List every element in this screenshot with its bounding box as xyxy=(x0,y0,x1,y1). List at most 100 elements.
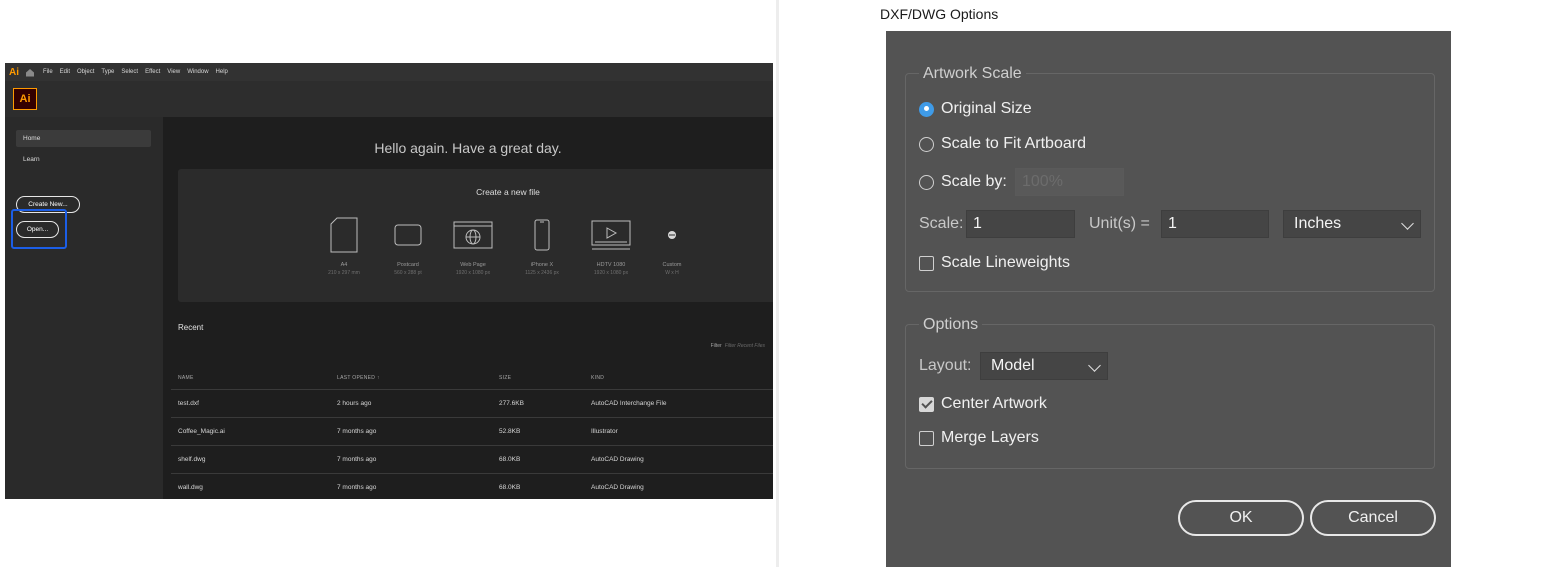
cell-size: 68.0KB xyxy=(499,456,521,463)
column-header-last-opened[interactable]: LAST OPENED ↑ xyxy=(337,375,380,381)
cell-opened: 7 months ago xyxy=(337,484,377,491)
menu-effect[interactable]: Effect xyxy=(145,69,160,75)
cell-opened: 2 hours ago xyxy=(337,400,372,407)
preset-custom[interactable]: Custom W x H xyxy=(635,213,709,276)
preset-name: Custom xyxy=(662,262,682,268)
filter-input[interactable]: Filter Recent Files xyxy=(725,343,765,349)
table-row[interactable]: Coffee_Magic.ai 7 months ago 52.8KB Illu… xyxy=(171,417,773,446)
cell-kind: Illustrator xyxy=(591,428,618,435)
radio-icon[interactable] xyxy=(919,174,934,190)
home-icon[interactable] xyxy=(25,68,35,77)
preset-dims: W x H xyxy=(665,270,679,276)
illustrator-home-screen: Ai File Edit Object Type Select Effect V… xyxy=(5,63,773,499)
checkbox-checked-icon[interactable] xyxy=(919,396,934,412)
cell-kind: AutoCAD Drawing xyxy=(591,484,644,491)
checkbox-label: Scale Lineweights xyxy=(941,254,1070,271)
checkbox-scale-lineweights[interactable]: Scale Lineweights xyxy=(919,252,1070,274)
preset-dims: 1920 x 1080 px xyxy=(455,270,491,276)
web-globe-icon xyxy=(453,221,493,249)
ok-button[interactable]: OK xyxy=(1178,500,1304,536)
preset-name: Web Page xyxy=(460,262,486,268)
table-row[interactable]: shelf.dwg 7 months ago 68.0KB AutoCAD Dr… xyxy=(171,445,773,474)
units-label: Unit(s) = xyxy=(1089,215,1150,232)
radio-label: Original Size xyxy=(941,100,1032,117)
phone-icon xyxy=(534,219,550,251)
menu-window[interactable]: Window xyxy=(187,69,208,75)
cell-name: shelf.dwg xyxy=(178,456,206,463)
layout-label: Layout: xyxy=(919,357,972,374)
menu-select[interactable]: Select xyxy=(121,69,138,75)
preset-web-page[interactable]: Web Page 1920 x 1080 px xyxy=(436,213,510,276)
menu-view[interactable]: View xyxy=(167,69,180,75)
checkbox-center-artwork[interactable]: Center Artwork xyxy=(919,393,1047,415)
cell-kind: AutoCAD Drawing xyxy=(591,456,644,463)
sidebar-item-home[interactable]: Home xyxy=(16,130,151,147)
chevron-down-icon xyxy=(1088,359,1101,372)
menu-file[interactable]: File xyxy=(43,69,53,75)
unit-select[interactable]: Inches xyxy=(1283,210,1421,238)
menu-object[interactable]: Object xyxy=(77,69,94,75)
table-row[interactable]: test.dxf 2 hours ago 277.6KB AutoCAD Int… xyxy=(171,389,773,418)
options-legend: Options xyxy=(919,315,983,335)
layout-select[interactable]: Model xyxy=(980,352,1108,380)
radio-selected-icon[interactable] xyxy=(919,101,934,117)
column-header-size[interactable]: SIZE xyxy=(499,375,511,381)
column-header-label: LAST OPENED xyxy=(337,375,376,381)
radio-original-size[interactable]: Original Size xyxy=(919,98,1032,120)
cell-size: 68.0KB xyxy=(499,484,521,491)
video-screen-icon xyxy=(591,220,631,250)
menu-edit[interactable]: Edit xyxy=(60,69,70,75)
layout-select-value: Model xyxy=(991,357,1035,374)
checkbox-unchecked-icon[interactable] xyxy=(919,430,934,446)
column-header-name[interactable]: NAME xyxy=(178,375,194,381)
radio-icon[interactable] xyxy=(919,136,934,152)
open-button[interactable]: Open... xyxy=(16,221,59,238)
scale-input[interactable]: 1 xyxy=(966,210,1075,238)
custom-dot-icon xyxy=(668,231,676,239)
filter-label: Filter xyxy=(710,343,722,349)
scale-label: Scale: xyxy=(919,215,964,232)
checkbox-merge-layers[interactable]: Merge Layers xyxy=(919,427,1039,449)
checkbox-unchecked-icon[interactable] xyxy=(919,255,934,271)
postcard-icon xyxy=(394,224,422,246)
preset-name: A4 xyxy=(340,262,348,268)
cancel-button[interactable]: Cancel xyxy=(1310,500,1436,536)
create-new-file-panel: Create a new file A4 210 x 297 mm Postca… xyxy=(178,169,773,302)
recent-filter[interactable]: Filter Filter Recent Files xyxy=(711,343,765,349)
sidebar-item-learn[interactable]: Learn xyxy=(16,151,151,168)
document-portrait-icon xyxy=(330,217,358,253)
radio-scale-by[interactable]: Scale by: xyxy=(919,171,1007,193)
preset-iphone-x[interactable]: iPhone X 1125 x 2436 px xyxy=(505,213,579,276)
preset-dims: 560 x 288 pt xyxy=(394,270,422,276)
cell-name: wall.dwg xyxy=(178,484,203,491)
scale-by-input[interactable]: 100% xyxy=(1015,168,1124,196)
column-header-kind[interactable]: KIND xyxy=(591,375,604,381)
radio-label: Scale to Fit Artboard xyxy=(941,135,1086,152)
panel-divider xyxy=(776,0,779,567)
menu-help[interactable]: Help xyxy=(216,69,228,75)
radio-label: Scale by: xyxy=(941,173,1007,190)
unit-select-value: Inches xyxy=(1294,215,1342,232)
table-row[interactable]: wall.dwg 7 months ago 68.0KB AutoCAD Dra… xyxy=(171,473,773,499)
app-mark: Ai xyxy=(9,66,19,78)
app-header xyxy=(5,81,773,117)
cell-name: Coffee_Magic.ai xyxy=(178,428,225,435)
radio-scale-to-fit-artboard[interactable]: Scale to Fit Artboard xyxy=(919,133,1086,155)
create-panel-title: Create a new file xyxy=(476,187,540,197)
checkbox-label: Center Artwork xyxy=(941,395,1047,412)
dialog-title: DXF/DWG Options xyxy=(880,6,999,22)
chevron-down-icon xyxy=(1401,217,1414,230)
illustrator-logo: Ai xyxy=(13,88,37,110)
preset-name: Postcard xyxy=(397,262,419,268)
preset-postcard[interactable]: Postcard 560 x 288 pt xyxy=(371,213,445,276)
home-sidebar: Home Learn Create New... Open... xyxy=(5,117,163,499)
artwork-scale-legend: Artwork Scale xyxy=(919,64,1026,84)
cell-opened: 7 months ago xyxy=(337,456,377,463)
cell-name: test.dxf xyxy=(178,400,199,407)
preset-dims: 210 x 297 mm xyxy=(328,270,360,276)
recent-heading: Recent xyxy=(178,323,204,332)
menu-type[interactable]: Type xyxy=(101,69,114,75)
preset-a4[interactable]: A4 210 x 297 mm xyxy=(307,213,381,276)
units-input[interactable]: 1 xyxy=(1161,210,1269,238)
preset-name: iPhone X xyxy=(530,262,554,268)
